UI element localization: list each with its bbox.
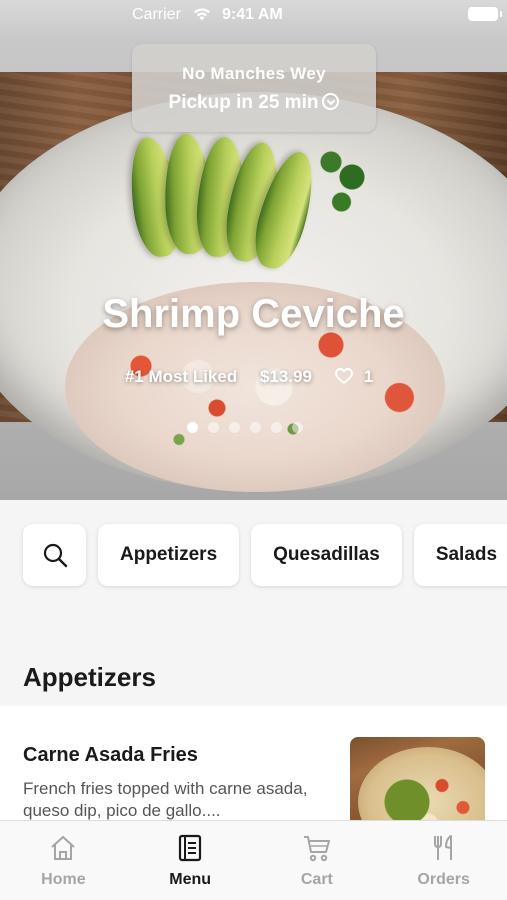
battery-icon <box>468 7 502 21</box>
category-chip-salads[interactable]: Salads <box>413 524 507 586</box>
utensils-icon <box>433 835 452 860</box>
menu-item-description: French fries topped with carne asada, qu… <box>23 779 308 820</box>
menu-item-name: Carne Asada Fries <box>23 744 198 766</box>
home-icon <box>51 835 76 860</box>
carrier-label: Carrier <box>132 6 181 23</box>
featured-price: $13.99 <box>259 367 312 386</box>
wifi-icon <box>194 8 210 21</box>
tab-label: Orders <box>417 871 470 888</box>
like-count-value: 1 <box>363 367 374 386</box>
cilantro-garnish <box>310 142 380 242</box>
carousel-dot[interactable] <box>208 422 219 433</box>
pickup-selector[interactable]: No Manches Wey Pickup in 25 min <box>132 44 376 132</box>
category-scroller[interactable]: Appetizers Quesadillas Salads <box>23 524 507 586</box>
menu-content: Appetizers Quesadillas Salads Appetizers… <box>0 500 507 820</box>
search-button[interactable] <box>23 524 86 586</box>
category-chip-quesadillas[interactable]: Quesadillas <box>251 524 402 586</box>
tab-orders[interactable]: Orders <box>380 821 507 900</box>
tab-label: Cart <box>300 871 333 888</box>
like-count[interactable]: 1 <box>334 367 382 387</box>
restaurant-name: No Manches Wey <box>182 64 326 83</box>
featured-dish-meta: #1 Most Liked $13.99 1 <box>0 367 507 387</box>
menu-item-image <box>350 737 485 820</box>
chevron-down-icon <box>322 93 340 110</box>
cart-icon <box>303 836 330 862</box>
tab-bar: Home Menu Cart Orders <box>0 820 507 900</box>
pickup-time[interactable]: Pickup in 25 min <box>132 92 376 114</box>
tab-label: Home <box>41 871 86 888</box>
menu-book-icon <box>179 834 202 862</box>
category-chip-appetizers[interactable]: Appetizers <box>98 524 240 586</box>
popularity-badge: #1 Most Liked <box>124 367 238 386</box>
carousel-dot[interactable] <box>271 422 282 433</box>
tab-cart[interactable]: Cart <box>254 821 381 900</box>
heart-icon <box>334 368 353 384</box>
menu-item-card[interactable]: Carne Asada Fries French fries topped wi… <box>0 706 507 820</box>
tab-label: Menu <box>169 871 212 888</box>
search-icon <box>43 543 67 568</box>
clock: 9:41 AM <box>222 6 283 23</box>
carousel-dot[interactable] <box>229 422 240 433</box>
featured-dish-title: Shrimp Ceviche <box>102 292 405 336</box>
pickup-time-label: Pickup in 25 min <box>168 92 319 113</box>
section-title: Appetizers <box>23 662 156 692</box>
tab-menu[interactable]: Menu <box>127 821 254 900</box>
carousel-indicator[interactable] <box>187 422 303 434</box>
carousel-dot[interactable] <box>292 422 303 433</box>
fries-image <box>358 747 485 820</box>
carousel-dot[interactable] <box>250 422 261 433</box>
featured-hero[interactable]: Carrier 9:41 AM No Manches Wey Pickup in… <box>0 0 507 500</box>
carousel-dot[interactable] <box>187 422 198 433</box>
status-bar: Carrier 9:41 AM <box>0 0 507 30</box>
tab-home[interactable]: Home <box>0 821 127 900</box>
